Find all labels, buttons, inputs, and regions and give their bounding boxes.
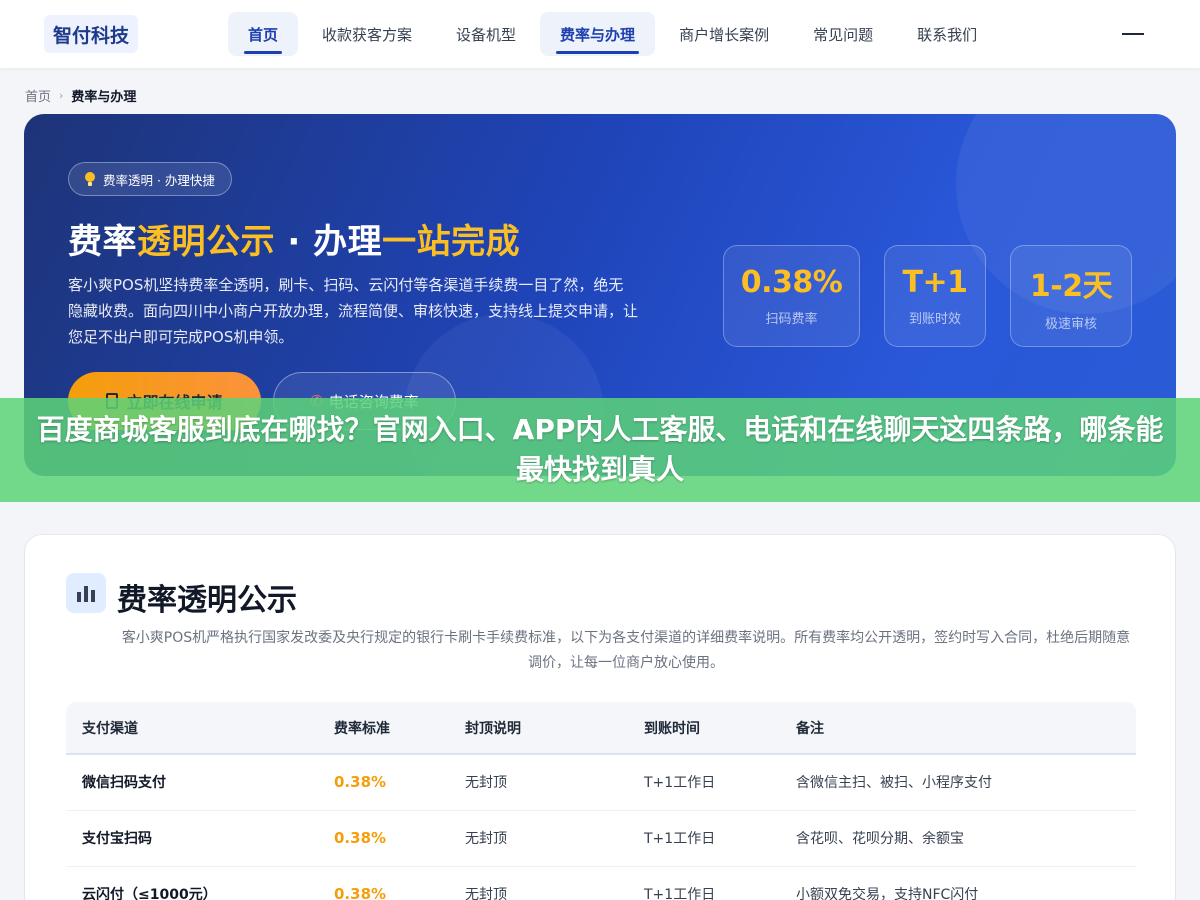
cell-cap: 无封顶 [449, 866, 628, 900]
column-header-rate: 费率标准 [318, 702, 449, 755]
rate-table: 支付渠道 费率标准 封顶说明 到账时间 备注 微信扫码支付 0.38% 无封顶 … [66, 702, 1136, 900]
stat-label: 到账时效 [908, 312, 961, 327]
lightbulb-icon [83, 171, 97, 187]
cell-channel: 云闪付（≤1000元） [66, 866, 318, 900]
cell-notes: 含花呗、花呗分期、余额宝 [780, 810, 1136, 867]
hero-description: 客小爽POS机坚持费率全透明，刷卡、扫码、云闪付等各渠道手续费一目了然，绝无隐藏… [68, 276, 639, 346]
cell-rate: 0.38% [318, 866, 449, 900]
cell-settlement: T+1工作日 [628, 754, 780, 811]
cell-rate: 0.38% [318, 810, 449, 867]
overlay-headline-text: 百度商城客服到底在哪找？官网入口、APP内人工客服、电话和在线聊天这四条路，哪条… [36, 413, 1164, 486]
stat-value: T+1 [902, 265, 968, 300]
stat-card-review: 1-2天 极速审核 [1010, 245, 1132, 347]
stat-value: 0.38% [740, 265, 843, 300]
stat-card-settlement: T+1 到账时效 [884, 245, 986, 347]
cell-cap: 无封顶 [449, 754, 628, 811]
site-logo[interactable]: 智付科技 [44, 15, 139, 53]
nav-item-solutions[interactable]: 收款获客方案 [302, 12, 432, 56]
cell-settlement: T+1工作日 [628, 810, 780, 867]
site-header: 智付科技 首页 收款获客方案 设备机型 费率与办理 商户增长案例 常见问题 联系… [0, 0, 1200, 68]
nav-item-home[interactable]: 首页 [228, 12, 299, 56]
rate-disclosure-card: 费率透明公示 客小爽POS机严格执行国家发改委及央行规定的银行卡刷卡手续费标准，… [24, 534, 1176, 900]
hero-title-part2: · 办理 [275, 222, 383, 262]
section-description: 客小爽POS机严格执行国家发改委及央行规定的银行卡刷卡手续费标准，以下为各支付渠… [121, 630, 1131, 671]
nav-item-faq[interactable]: 常见问题 [793, 12, 893, 56]
column-header-notes: 备注 [780, 702, 1136, 755]
cell-rate: 0.38% [318, 754, 449, 811]
breadcrumb: 首页 › 费率与办理 [25, 86, 136, 105]
main-nav: 首页 收款获客方案 设备机型 费率与办理 商户增长案例 常见问题 联系我们 [228, 12, 1001, 56]
section-title: 费率透明公示 [117, 583, 297, 618]
menu-icon[interactable] [1118, 22, 1148, 46]
overlay-headline-banner: 百度商城客服到底在哪找？官网入口、APP内人工客服、电话和在线聊天这四条路，哪条… [0, 398, 1200, 502]
stat-label: 扫码费率 [765, 312, 818, 327]
hero-title-highlight2: 一站完成 [382, 222, 521, 262]
hero-title: 费率透明公示 · 办理一站完成 [68, 214, 520, 263]
column-header-cap: 封顶说明 [449, 702, 628, 755]
stat-value: 1-2天 [1029, 268, 1113, 304]
breadcrumb-separator: › [59, 89, 64, 102]
bar-chart-icon [66, 573, 106, 613]
cell-settlement: T+1工作日 [628, 866, 780, 900]
stat-label: 极速审核 [1044, 316, 1097, 332]
cell-notes: 含微信主扫、被扫、小程序支付 [780, 754, 1136, 811]
hero-badge: 费率透明 · 办理快捷 [68, 162, 232, 196]
cell-cap: 无封顶 [449, 810, 628, 867]
column-header-channel: 支付渠道 [66, 702, 318, 755]
table-row: 微信扫码支付 0.38% 无封顶 T+1工作日 含微信主扫、被扫、小程序支付 [66, 754, 1136, 811]
table-header-row: 支付渠道 费率标准 封顶说明 到账时间 备注 [66, 702, 1136, 755]
nav-item-contact[interactable]: 联系我们 [897, 12, 997, 56]
nav-item-cases[interactable]: 商户增长案例 [659, 12, 789, 56]
nav-item-devices[interactable]: 设备机型 [436, 12, 536, 56]
stat-card-scan-rate: 0.38% 扫码费率 [723, 245, 860, 347]
cell-channel: 支付宝扫码 [66, 810, 318, 867]
breadcrumb-home[interactable]: 首页 [25, 86, 51, 105]
hero-title-highlight1: 透明公示 [137, 222, 275, 262]
table-row: 云闪付（≤1000元） 0.38% 无封顶 T+1工作日 小额双免交易，支持NF… [66, 866, 1136, 900]
table-row: 支付宝扫码 0.38% 无封顶 T+1工作日 含花呗、花呗分期、余额宝 [66, 810, 1136, 867]
cell-notes: 小额双免交易，支持NFC闪付 [780, 866, 1136, 900]
column-header-settlement: 到账时间 [628, 702, 780, 755]
cell-channel: 微信扫码支付 [66, 754, 318, 811]
hero-title-part1: 费率 [68, 222, 137, 262]
nav-item-rates[interactable]: 费率与办理 [540, 12, 656, 56]
breadcrumb-current: 费率与办理 [71, 90, 137, 105]
hero-badge-label: 费率透明 · 办理快捷 [103, 172, 215, 188]
